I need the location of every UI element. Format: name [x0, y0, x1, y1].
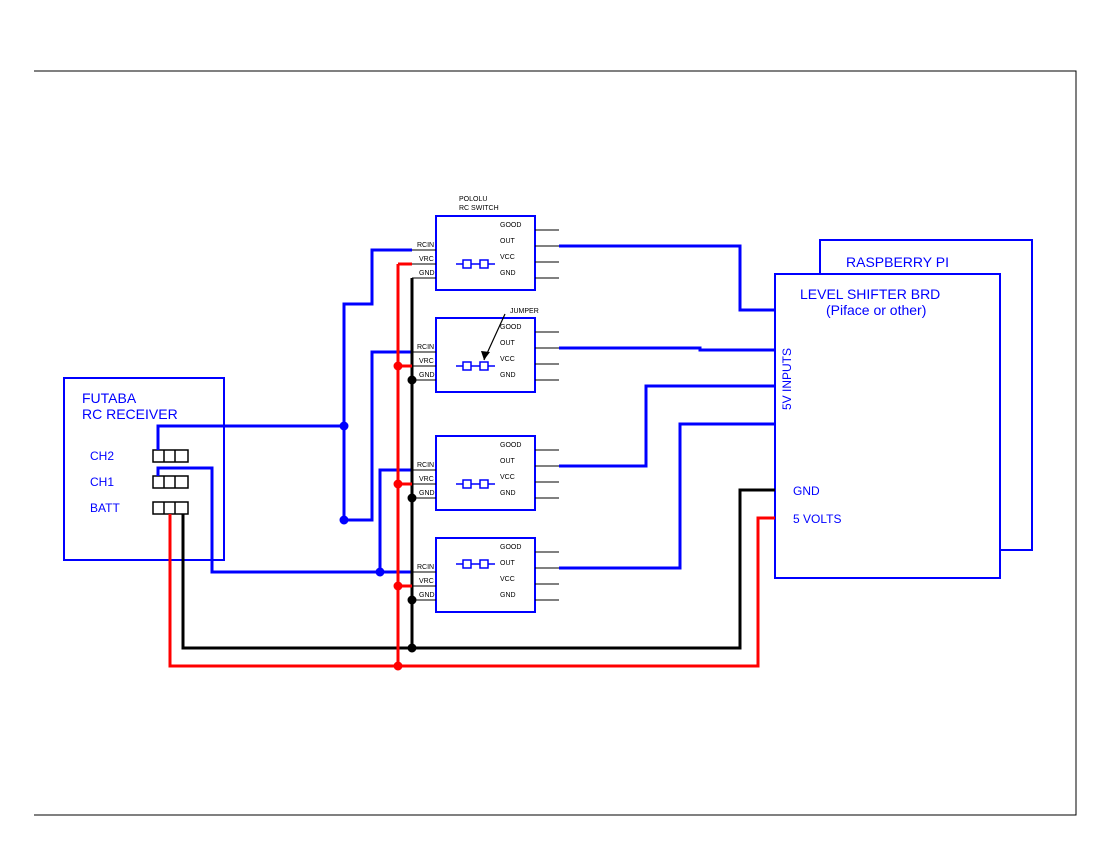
sw2-good: GOOD [500, 324, 521, 331]
sw1-gnd: GND [419, 270, 435, 277]
schematic-diagram: POLOLU RC SWITCH FUTABA RC RECEIVER CH2 … [0, 0, 1099, 849]
sw2-gnd: GND [419, 372, 435, 379]
receiver-ch2-label: CH2 [90, 449, 114, 463]
receiver-ch1-label: CH1 [90, 475, 114, 489]
jumper-label: JUMPER [510, 308, 539, 315]
receiver-title-2: RC RECEIVER [82, 406, 178, 422]
sw4-rcin: RCIN [417, 564, 434, 571]
shifter-gnd: GND [793, 484, 820, 498]
receiver-batt-header [153, 502, 188, 514]
sw4-vcc: VCC [500, 576, 515, 583]
rc-switch-4 [412, 538, 559, 612]
rc-switch-1 [412, 216, 559, 290]
receiver-ch1-header [153, 476, 188, 488]
sw4-vrc: VRC [419, 578, 434, 585]
level-shifter-box [775, 274, 1000, 578]
sw4-gndr: GND [500, 592, 516, 599]
sw1-vcc: VCC [500, 254, 515, 261]
shifter-title-2: (Piface or other) [826, 302, 926, 318]
receiver-title-1: FUTABA [82, 390, 136, 406]
sw1-gndr: GND [500, 270, 516, 277]
sw3-out: OUT [500, 458, 515, 465]
sw3-vcc: VCC [500, 474, 515, 481]
sw3-rcin: RCIN [417, 462, 434, 469]
sw1-out: OUT [500, 238, 515, 245]
pololu-title-2: RC SWITCH [459, 205, 499, 212]
rc-switch-3 [412, 436, 559, 510]
sw2-out: OUT [500, 340, 515, 347]
shifter-title-1: LEVEL SHIFTER BRD [800, 286, 940, 302]
sw2-vcc: VCC [500, 356, 515, 363]
shifter-5v-inputs: 5V INPUTS [780, 348, 794, 410]
sw4-out: OUT [500, 560, 515, 567]
receiver-ch2-header [153, 450, 188, 462]
wiring [158, 246, 775, 669]
sw3-vrc: VRC [419, 476, 434, 483]
shifter-5v: 5 VOLTS [793, 512, 841, 526]
sw1-vrc: VRC [419, 256, 434, 263]
rpi-title: RASPBERRY PI [846, 254, 949, 270]
receiver-batt-label: BATT [90, 501, 120, 515]
sw3-good: GOOD [500, 442, 521, 449]
sw4-gnd: GND [419, 592, 435, 599]
sw4-good: GOOD [500, 544, 521, 551]
sw2-vrc: VRC [419, 358, 434, 365]
sw1-good: GOOD [500, 222, 521, 229]
sw1-rcin: RCIN [417, 242, 434, 249]
sw2-gndr: GND [500, 372, 516, 379]
sw2-rcin: RCIN [417, 344, 434, 351]
sw3-gnd: GND [419, 490, 435, 497]
sw3-gndr: GND [500, 490, 516, 497]
pololu-title-1: POLOLU [459, 196, 487, 203]
